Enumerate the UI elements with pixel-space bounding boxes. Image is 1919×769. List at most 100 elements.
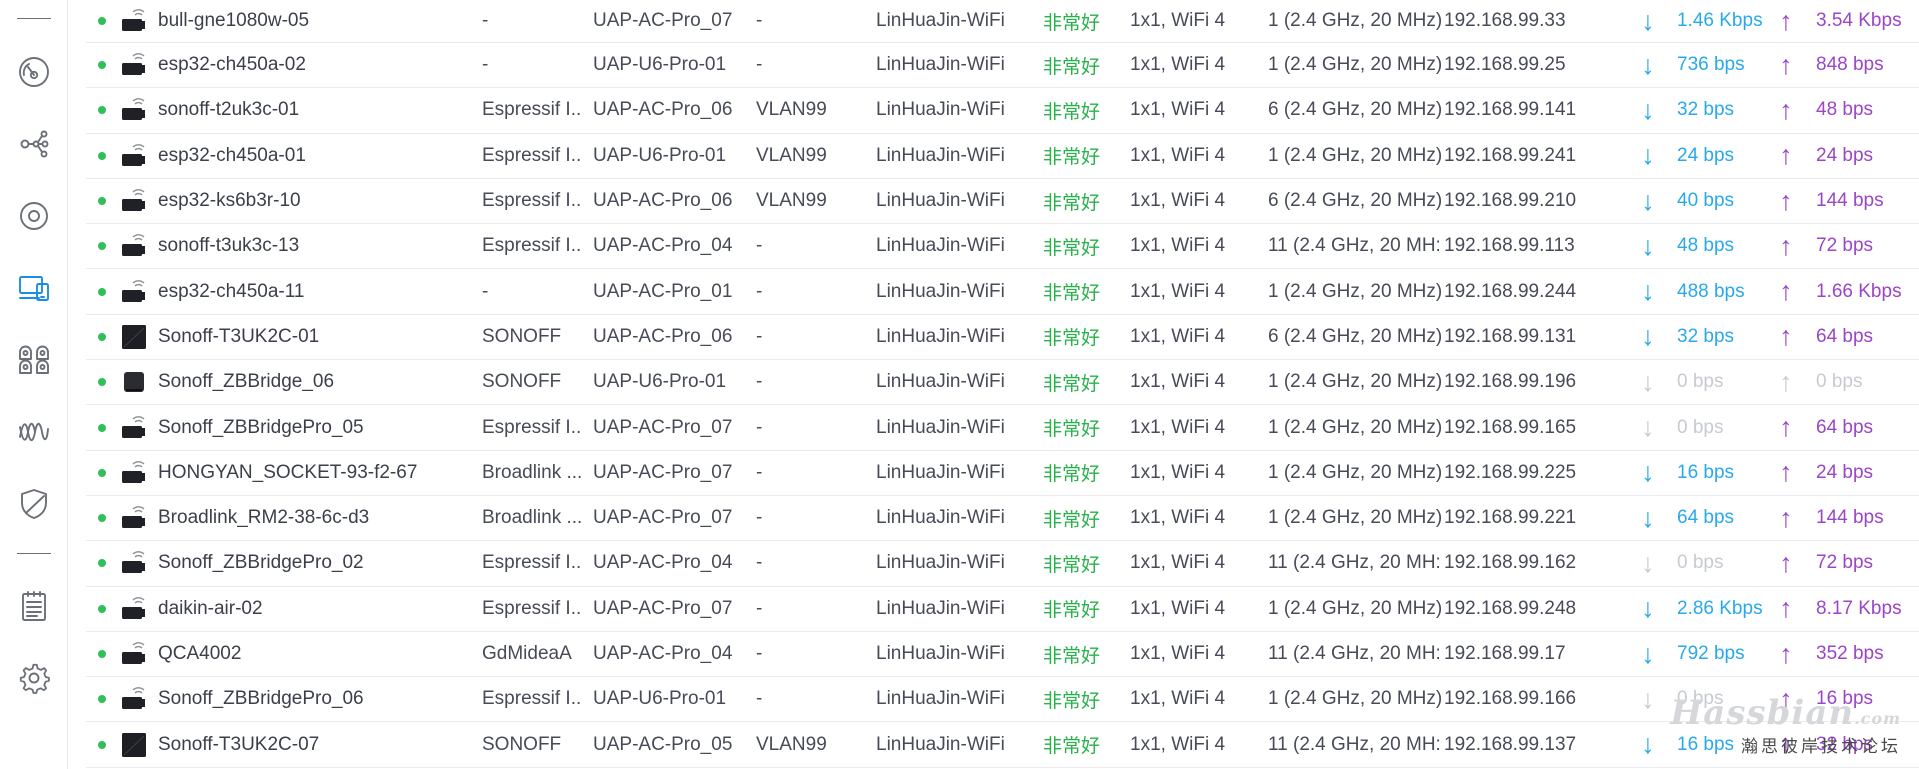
client-name[interactable]: esp32-ch450a-11 <box>158 269 468 313</box>
client-ap[interactable]: UAP-AC-Pro_07 <box>593 451 748 495</box>
client-ap[interactable]: UAP-AC-Pro_06 <box>593 315 748 359</box>
download-arrow-icon: ↓ <box>1641 502 1655 533</box>
sidebar-nav <box>0 0 68 769</box>
table-row[interactable]: Sonoff-T3UK2C-07 SONOFF UAP-AC-Pro_05 VLAN9… <box>86 722 1919 768</box>
client-name[interactable]: Sonoff-T3UK2C-07 <box>158 722 468 766</box>
table-row[interactable]: QCA4002 GdMideaA UAP-AC-Pro_04- LinHuaJin-W… <box>86 632 1919 678</box>
table-row[interactable]: Sonoff_ZBBridgePro_05 Espressif I... UAP-A… <box>86 405 1919 451</box>
nav-statistics[interactable] <box>14 340 54 380</box>
table-row[interactable]: Sonoff_ZBBridge_06 SONOFF UAP-U6-Pro-01- Li… <box>86 360 1919 406</box>
nav-devices[interactable] <box>14 196 54 236</box>
table-row[interactable]: Sonoff_ZBBridgePro_06 Espressif I... UAP-U… <box>86 677 1919 723</box>
client-wifi-tech: 1x1, WiFi 4 <box>1130 552 1226 574</box>
table-row[interactable]: esp32-ks6b3r-10 Espressif I... UAP-AC-Pro_… <box>86 179 1919 225</box>
client-name[interactable]: esp32-ks6b3r-10 <box>158 179 468 223</box>
client-ap[interactable]: UAP-AC-Pro_07 <box>593 587 748 631</box>
client-wifi-tech: 1x1, WiFi 4 <box>1130 325 1226 347</box>
client-tx-rate: 848 bps <box>1816 54 1884 76</box>
client-tx-rate: 72 bps <box>1816 235 1874 257</box>
client-wifi-tech: 1x1, WiFi 4 <box>1130 688 1226 710</box>
client-name[interactable]: Broadlink_RM2-38-6c-d3 <box>158 496 468 540</box>
client-name[interactable]: Sonoff_ZBBridgePro_02 <box>158 541 468 585</box>
client-ap[interactable]: UAP-U6-Pro-01 <box>593 134 748 178</box>
upload-arrow-icon: ↑ <box>1779 593 1793 624</box>
client-name[interactable]: daikin-air-02 <box>158 587 468 631</box>
client-name[interactable]: esp32-ch450a-02 <box>158 43 468 87</box>
client-name[interactable]: sonoff-t2uk3c-01 <box>158 88 468 132</box>
table-row[interactable]: esp32-ch450a-01 Espressif I... UAP-U6-Pro-… <box>86 134 1919 179</box>
client-name[interactable]: esp32-ch450a-01 <box>158 134 468 178</box>
nav-logs[interactable] <box>14 586 54 626</box>
client-name[interactable]: HONGYAN_SOCKET-93-f2-67 <box>158 451 468 495</box>
client-name[interactable]: QCA4002 <box>158 632 468 676</box>
client-ap[interactable]: UAP-AC-Pro_06 <box>593 88 748 132</box>
client-channel: 11 (2.4 GHz, 20 MH: <box>1268 235 1441 257</box>
client-ip: 192.168.99.162 <box>1444 552 1577 574</box>
logs-icon <box>22 591 46 621</box>
client-vendor: - <box>482 54 489 76</box>
table-row[interactable]: esp32-ch450a-11- UAP-AC-Pro_01- LinHuaJin-… <box>86 269 1919 315</box>
client-vlan: - <box>756 597 763 619</box>
wifi-device-icon <box>120 640 148 668</box>
nav-dashboard[interactable] <box>14 52 54 92</box>
client-vendor: Espressif I... <box>482 235 582 257</box>
client-wifi-tech: 1x1, WiFi 4 <box>1130 54 1226 76</box>
client-ip: 192.168.99.225 <box>1444 461 1577 483</box>
nav-insights[interactable] <box>14 412 54 452</box>
online-status-dot <box>98 242 106 251</box>
download-arrow-icon: ↓ <box>1641 683 1655 714</box>
table-row[interactable]: Broadlink_RM2-38-6c-d3 Broadlink ... UAP-A… <box>86 496 1919 542</box>
client-ap[interactable]: UAP-U6-Pro-01 <box>593 360 748 404</box>
client-name[interactable]: sonoff-t3uk3c-13 <box>158 224 468 268</box>
table-row[interactable]: daikin-air-02 Espressif I... UAP-AC-Pro_07… <box>86 587 1919 632</box>
nav-security[interactable] <box>14 484 54 524</box>
client-vlan: VLAN99 <box>756 190 827 212</box>
table-row[interactable]: Sonoff_ZBBridgePro_02 Espressif I... UAP-A… <box>86 541 1919 587</box>
wifi-device-icon <box>120 459 148 487</box>
table-row[interactable]: sonoff-t2uk3c-01 Espressif I... UAP-AC-Pro… <box>86 88 1919 134</box>
client-ap[interactable]: UAP-AC-Pro_04 <box>593 541 748 585</box>
client-vlan: - <box>756 371 763 393</box>
client-ap[interactable]: UAP-AC-Pro_04 <box>593 224 748 268</box>
nav-clients[interactable] <box>14 268 54 308</box>
table-row[interactable]: Sonoff-T3UK2C-01 SONOFF UAP-AC-Pro_06- LinH… <box>86 315 1919 361</box>
client-channel: 1 (2.4 GHz, 20 MHz) <box>1268 461 1441 483</box>
client-experience: 非常好 <box>1043 690 1101 712</box>
client-ap[interactable]: UAP-U6-Pro-01 <box>593 43 748 87</box>
client-name[interactable]: bull-gne1080w-05 <box>158 0 468 42</box>
switch-panel-icon <box>120 323 148 351</box>
client-ip: 192.168.99.248 <box>1444 597 1577 619</box>
table-row[interactable]: HONGYAN_SOCKET-93-f2-67 Broadlink ... UAP-… <box>86 451 1919 496</box>
client-ap[interactable]: UAP-U6-Pro-01 <box>593 677 748 721</box>
client-ap[interactable]: UAP-AC-Pro_06 <box>593 179 748 223</box>
client-ap[interactable]: UAP-AC-Pro_07 <box>593 496 748 540</box>
client-name[interactable]: Sonoff-T3UK2C-01 <box>158 315 468 359</box>
client-vendor: Espressif I... <box>482 190 582 212</box>
client-name[interactable]: Sonoff_ZBBridge_06 <box>158 360 468 404</box>
download-arrow-icon: ↓ <box>1641 276 1655 307</box>
client-ap[interactable]: UAP-AC-Pro_07 <box>593 0 748 42</box>
client-ap[interactable]: UAP-AC-Pro_07 <box>593 405 748 449</box>
client-ip: 192.168.99.244 <box>1444 280 1577 302</box>
wifi-device-icon <box>120 187 148 215</box>
client-ap[interactable]: UAP-AC-Pro_01 <box>593 269 748 313</box>
client-vlan: - <box>756 552 763 574</box>
client-name[interactable]: Sonoff_ZBBridgePro_06 <box>158 677 468 721</box>
nav-topology[interactable] <box>14 124 54 164</box>
table-row[interactable]: sonoff-t3uk3c-13 Espressif I... UAP-AC-Pro… <box>86 224 1919 270</box>
online-status-dot <box>98 604 106 613</box>
watermark: Hassbian.com 瀚思彼岸技术论坛 <box>1670 696 1901 757</box>
client-name[interactable]: Sonoff_ZBBridgePro_05 <box>158 405 468 449</box>
client-ssid: LinHuaJin-WiFi <box>876 371 1005 393</box>
table-row[interactable]: bull-gne1080w-05- UAP-AC-Pro_07- LinHuaJin… <box>86 0 1919 43</box>
nav-settings[interactable] <box>14 658 54 698</box>
client-experience: 非常好 <box>1043 328 1101 350</box>
client-ap[interactable]: UAP-AC-Pro_05 <box>593 722 748 766</box>
client-vlan: - <box>756 643 763 664</box>
online-status-dot <box>98 740 106 749</box>
sidebar-divider-top <box>17 18 51 19</box>
table-row[interactable]: esp32-ch450a-02- UAP-U6-Pro-01- LinHuaJin-… <box>86 43 1919 89</box>
client-ap[interactable]: UAP-AC-Pro_04 <box>593 632 748 676</box>
download-arrow-icon: ↓ <box>1641 547 1655 578</box>
client-experience: 非常好 <box>1043 101 1101 123</box>
